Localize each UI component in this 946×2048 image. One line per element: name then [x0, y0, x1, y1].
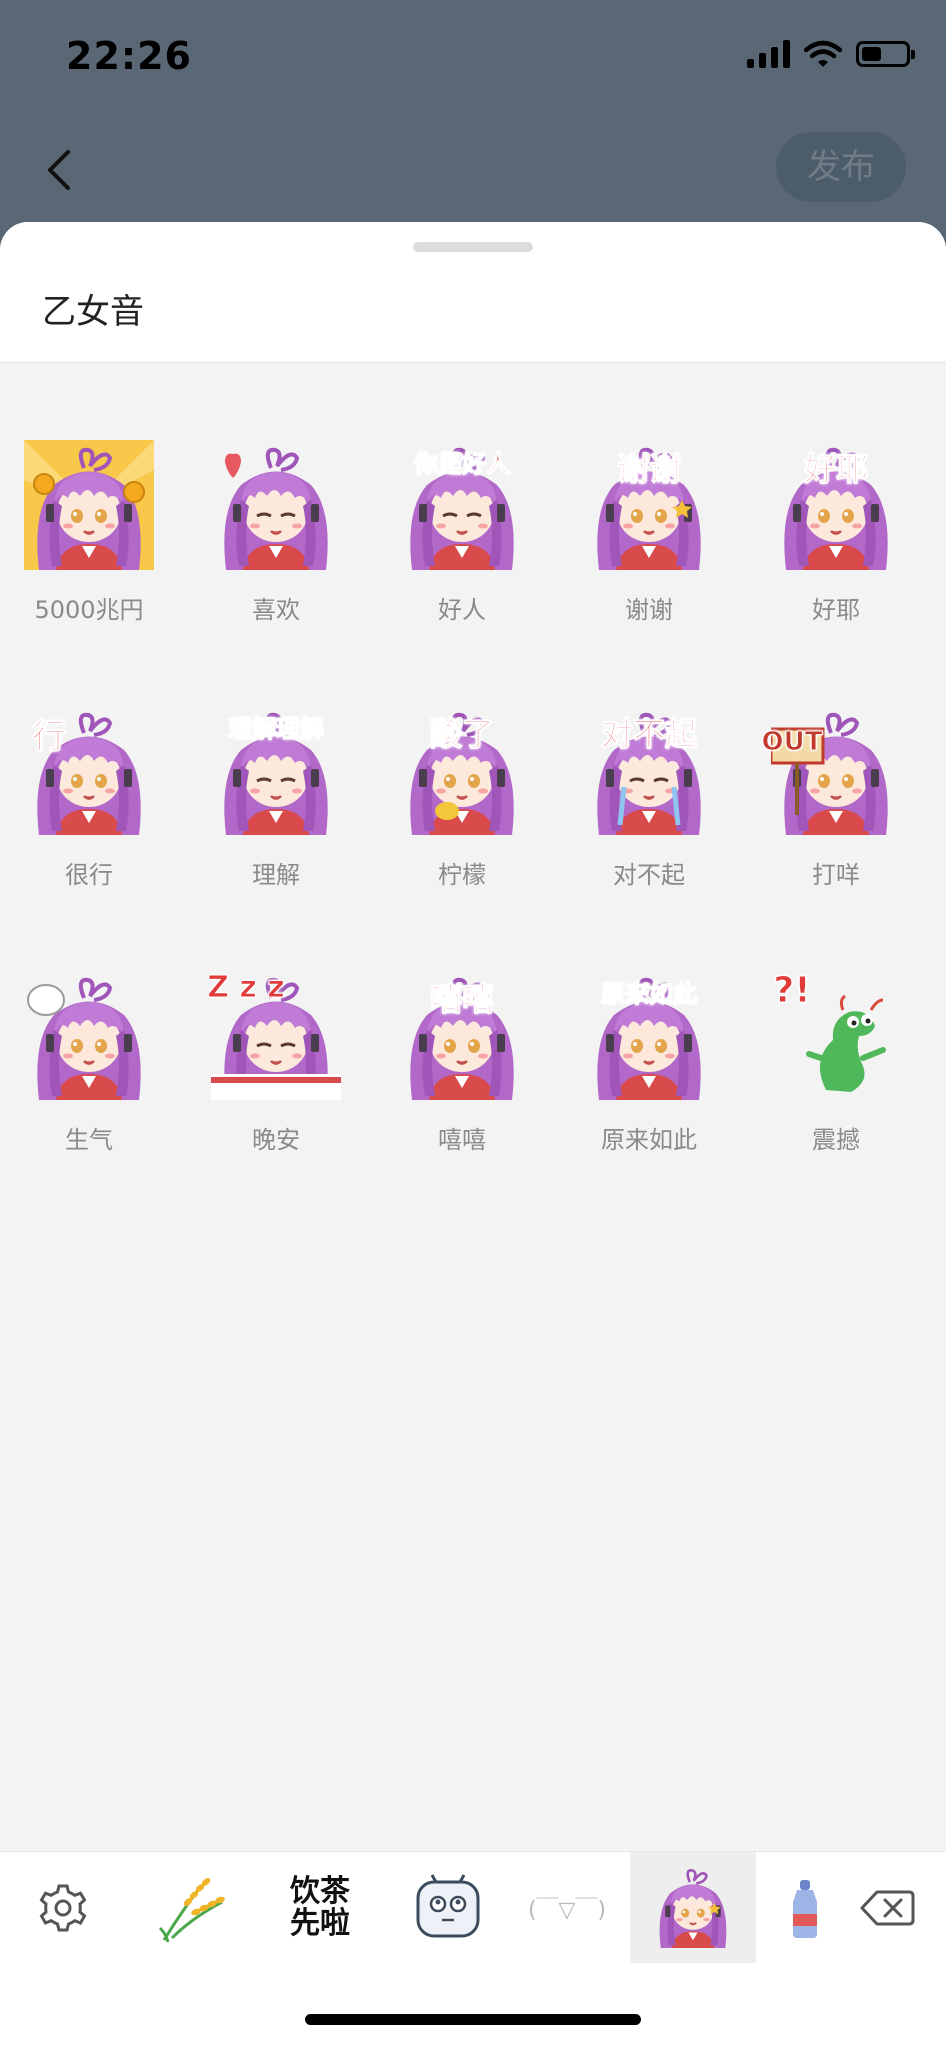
status-icons: [747, 40, 915, 68]
sticker-caption: Z z z: [207, 970, 286, 1006]
pack-tab-otome[interactable]: [630, 1852, 756, 1964]
bottom-safe-area: [0, 1963, 946, 2048]
sticker-image: 理解理解: [211, 705, 341, 835]
sticker-image: 谢谢: [584, 440, 714, 570]
bottle-sticker-icon: [793, 1880, 817, 1938]
pack-tab-tea[interactable]: 饮茶 先啦: [268, 1852, 372, 1964]
backspace-button[interactable]: [846, 1852, 928, 1964]
sticker-caption: 原来如此: [601, 980, 698, 1009]
pack-tab-tv[interactable]: [396, 1852, 500, 1964]
sticker-label: 谢谢: [625, 596, 673, 624]
sticker-caption: 你是好人: [414, 450, 511, 479]
sticker-label: 晚安: [252, 1126, 300, 1154]
tea-text-sticker-icon: 饮茶 先啦: [290, 1876, 350, 1940]
status-time: 22:26: [66, 34, 192, 78]
wheat-sticker-icon: [158, 1878, 225, 1943]
wifi-icon: [804, 40, 842, 67]
sticker-label: 原来如此: [601, 1126, 697, 1154]
sticker-item[interactable]: 对不起 对不起: [574, 705, 724, 890]
sticker-image: 行: [24, 705, 154, 835]
pack-title: 乙女音: [42, 292, 144, 332]
sticker-label: 嘻嘻: [438, 1126, 486, 1154]
sticker-image: 好耶: [771, 440, 901, 570]
kaomoji-tab-label: (￣▽￣): [527, 1898, 607, 1923]
sticker-caption: 行: [32, 717, 67, 758]
cellular-signal-icon: [747, 40, 790, 68]
sticker-image: 嘻嘻: [397, 970, 527, 1100]
sticker-item[interactable]: 喜欢: [201, 440, 351, 625]
sticker-image: [211, 440, 341, 570]
home-indicator[interactable]: [305, 2014, 641, 2025]
sticker-label: 对不起: [613, 861, 685, 889]
tv-mascot-icon: [416, 1874, 480, 1938]
battery-icon: [856, 41, 915, 67]
pack-tab-bottle[interactable]: [780, 1852, 830, 1964]
sticker-label: 震撼: [812, 1126, 860, 1154]
settings-button[interactable]: [22, 1852, 104, 1964]
sticker-item[interactable]: 你是好人 好人: [387, 440, 537, 625]
sticker-item[interactable]: 行很行: [14, 705, 164, 890]
sticker-image: 酸了: [397, 705, 527, 835]
sticker-caption: 理解理解: [228, 715, 325, 744]
tea-text-bottom: 先啦: [290, 1906, 350, 1941]
sticker-image: 对不起: [584, 705, 714, 835]
sticker-item[interactable]: 原来如此 原来如此: [574, 970, 724, 1155]
pack-tab-wheat[interactable]: [140, 1852, 244, 1964]
sticker-image: 你是好人: [397, 440, 527, 570]
sticker-image: ?!: [771, 970, 901, 1100]
tea-text-top: 饮茶: [290, 1874, 350, 1909]
sheet-header: 乙女音: [0, 222, 946, 363]
sticker-label: 好耶: [812, 596, 860, 624]
sticker-image: [24, 440, 154, 570]
sticker-item[interactable]: 酸了 柠檬: [387, 705, 537, 890]
sticker-label: 打咩: [812, 861, 860, 889]
publish-button[interactable]: 发布: [776, 132, 906, 202]
sticker-image: 原来如此: [584, 970, 714, 1100]
sticker-label: 柠檬: [438, 861, 486, 889]
sticker-image: Z z z: [207, 970, 341, 1100]
sticker-image: [24, 970, 154, 1100]
otome-sticker-tab: [651, 1864, 735, 1952]
sticker-label: 很行: [65, 861, 113, 889]
header: 发布: [0, 110, 946, 225]
sticker-label: 喜欢: [252, 596, 300, 624]
gear-icon: [39, 1884, 87, 1932]
sticker-caption: ?!: [773, 970, 811, 1012]
sticker-caption: 嘻嘻: [429, 980, 494, 1019]
sticker-item[interactable]: 谢谢 谢谢: [574, 440, 724, 625]
sticker-item[interactable]: 好耶 好耶: [761, 440, 911, 625]
sticker-sheet: 乙女音 5000兆円 喜欢 你是好人 好人 谢谢 谢谢 好耶 好耶行很行 理解理解 理解 酸了 柠檬对…: [0, 222, 946, 2048]
sticker-caption: 酸了: [429, 715, 494, 754]
backspace-icon: [860, 1890, 915, 1926]
sticker-item[interactable]: 生气: [14, 970, 164, 1155]
sticker-item[interactable]: 嘻嘻 嘻嘻: [387, 970, 537, 1155]
sticker-item[interactable]: 理解理解 理解: [201, 705, 351, 890]
battery-level: [862, 47, 881, 61]
sticker-caption: 好耶: [803, 450, 868, 489]
sticker-item[interactable]: OUT 打咩: [761, 705, 911, 890]
sticker-caption: 谢谢: [616, 450, 681, 489]
sticker-label: 生气: [65, 1126, 113, 1154]
pack-tab-kaomoji[interactable]: (￣▽￣): [512, 1852, 622, 1964]
sticker-caption: OUT: [761, 727, 823, 758]
chevron-left-icon: [48, 150, 70, 190]
back-button[interactable]: [36, 140, 86, 200]
sticker-label: 理解: [252, 861, 300, 889]
sticker-caption: 对不起: [600, 715, 697, 754]
sticker-image: OUT: [761, 705, 901, 835]
status-bar: 22:26: [0, 0, 946, 110]
sticker-item[interactable]: Z z z 晚安: [201, 970, 351, 1155]
sticker-label: 5000兆円: [34, 596, 144, 624]
sticker-item[interactable]: ?! 震撼: [761, 970, 911, 1155]
sticker-toolbar: 饮茶 先啦 (￣▽￣): [0, 1851, 946, 1964]
sticker-label: 好人: [438, 596, 486, 624]
drag-handle[interactable]: [413, 242, 533, 252]
sticker-item[interactable]: 5000兆円: [14, 440, 164, 625]
